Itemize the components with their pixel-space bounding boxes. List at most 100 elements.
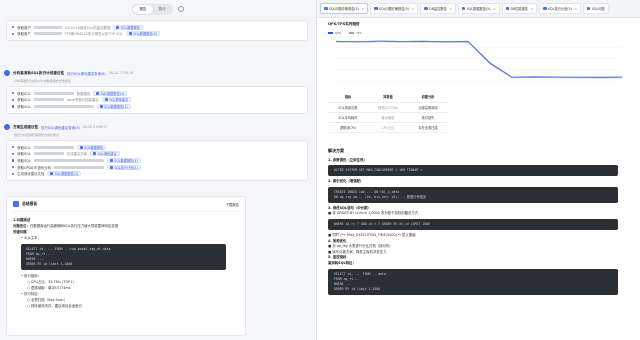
- tool-call-row: 获取用户 TPS和ORACLE执行报告以及TOP SQL SQL数据报告(5): [12, 31, 302, 38]
- table-header-row: 指标 异常值 初期分析: [328, 92, 448, 103]
- feature-sort: ○ 排序使用内存，建议添加合适索引: [27, 304, 82, 308]
- sql-report-chip[interactable]: SQL数据报告(1): [96, 103, 131, 109]
- bullet-icon: [12, 165, 15, 169]
- bullet-icon: [12, 98, 15, 101]
- bullet-icon: [12, 105, 15, 108]
- sql-advice-chip[interactable]: SQL调优建议: [101, 97, 132, 103]
- sql-code-block: CREATE INDEX idx_... ON tbl_x_data ON op…: [328, 186, 618, 203]
- doc-icon: [99, 104, 103, 108]
- report-tab[interactable]: SQL问题: [582, 3, 609, 14]
- sql-code-block: WHERE id >= ? AND id < ? ORDER BY dt,id …: [328, 218, 618, 230]
- download-report-button[interactable]: 下载报告: [225, 202, 239, 207]
- card-header: 总结报告 下载报告: [13, 201, 239, 212]
- step-heading: 2. 索引优化（增强配）: [328, 179, 364, 184]
- report-tab-bar: SQL问题诊断报告(5) × SQL问题诊断报告(5) × DB监控报告 × SQL数…: [317, 0, 640, 18]
- report-tab[interactable]: SQL数据报告(5) ×: [457, 3, 500, 14]
- sql-code-block: SELECT id, ... FROM ...raw_model_tag_dt_…: [21, 244, 226, 270]
- close-icon[interactable]: ×: [574, 7, 577, 11]
- report-body: 1.问题描述 问题定位：在数据库运行高峰期间SQL执行压力增大导致整体响应变慢 …: [13, 212, 239, 309]
- close-icon[interactable]: ×: [361, 7, 364, 11]
- doc-icon: [109, 158, 113, 162]
- tool-call-group: 获取用户 03:20:16报告SQL的监控数据 SQL数据报告 获取用户 TPS…: [6, 20, 308, 42]
- close-icon[interactable]: ×: [412, 7, 415, 11]
- tool-call-row: 生成调优建议文档 SQL数据报告(1): [12, 170, 302, 177]
- qps-tps-chart: QPS/TPS实时趋势 QPS TPS: [328, 22, 628, 86]
- sql-advice-chip[interactable]: SQL调优建议: [90, 151, 120, 157]
- sql-plan-chip[interactable]: SQL执行计划(1): [106, 164, 141, 170]
- tool-call-row: 获取用户 03:20:16报告SQL的监控数据 SQL数据报告: [12, 24, 302, 31]
- bullet-icon: [12, 159, 15, 162]
- close-icon[interactable]: ×: [493, 7, 496, 11]
- tool-call-row: 获取SQL 数据报告 SQL数据报告(4): [12, 90, 302, 97]
- sql-report-chip[interactable]: SQL数据报告: [76, 144, 107, 150]
- step-detail: ■ 将 ORDER BY id limit 1,0000 改为基于游标的翻页方式…: [328, 211, 422, 216]
- doc-icon: [324, 6, 328, 11]
- step-heading: 1. 参数调优（立即生效）: [328, 157, 367, 162]
- timestamp: 08-20 17:59:18: [108, 71, 134, 75]
- chart-title: QPS/TPS实时趋势: [328, 22, 360, 26]
- agent-header: 方案生成建议性 执行SQL调优建议查询(5) 08-20 21:08:57: [4, 124, 107, 130]
- tool-call-row: 获取UPDATE语句分析 SQL执行计划(1): [12, 164, 302, 171]
- mode-switch[interactable]: 报告 执行: [132, 3, 173, 15]
- agent-link[interactable]: 执行SQL调优建议查询(5): [41, 125, 80, 130]
- refresh-icon[interactable]: [177, 6, 184, 12]
- tool-call-row: 获取SQL SQL数据报告: [12, 144, 302, 151]
- solution-section: 解决方案 1. 参数调优（立即生效） ALTER SYSTEM SET MAX_…: [328, 148, 628, 298]
- metrics-table: 指标 异常值 初期分析 SQL调用次数 峰值2577/hs 出现高频调用 SQL…: [328, 92, 448, 133]
- section-title: 解决方案: [328, 148, 344, 153]
- tool-call-row: 获取SQL SQL数据报告(1): [12, 157, 302, 164]
- report-tab[interactable]: DB性能报告 ×: [501, 3, 538, 14]
- close-icon[interactable]: ×: [530, 7, 533, 11]
- doc-icon: [128, 32, 132, 36]
- mode-toggle-bar: 报告 执行: [0, 0, 316, 18]
- tab-execute[interactable]: 执行: [153, 5, 172, 14]
- agent-description: 分析需要建议优化SQL的数据报告性能特征: [14, 79, 71, 83]
- card-title: 总结报告: [22, 201, 38, 206]
- doc-icon: [374, 6, 378, 11]
- doc-icon: [96, 91, 100, 95]
- tool-call-group: 获取SQL SQL数据报告 获取SQL 生成建议方案 SQL调优建议 获取SQL…: [6, 140, 308, 181]
- bullet-icon: [12, 146, 15, 149]
- sql-report-chip[interactable]: SQL数据报告: [113, 24, 143, 30]
- doc-icon: [104, 98, 108, 102]
- tool-call-row: 获取SQL SQL数据报告(1): [12, 103, 302, 110]
- agent-link[interactable]: 执行SQL调优建议查询(8): [67, 71, 106, 76]
- chart-plot-area: [335, 36, 623, 81]
- doc-icon: [50, 172, 54, 176]
- doc-icon: [424, 6, 428, 11]
- doc-icon: [543, 6, 547, 11]
- timestamp: 08-20 21:08:57: [82, 125, 108, 129]
- doc-icon: [461, 6, 466, 11]
- report-tab[interactable]: SQL问题诊断报告(5) ×: [320, 3, 369, 14]
- table-row: SQL平均耗时 接近阈值 索引缺失: [328, 112, 448, 123]
- agent-header: 分析高消耗SQL执行计划建议性 执行SQL调优建议查询(8) 08-20 17:…: [4, 70, 133, 76]
- step-heading: 高消耗SQL特征：: [328, 260, 356, 265]
- agent-avatar-icon: [4, 70, 10, 76]
- close-icon[interactable]: ×: [449, 7, 452, 11]
- sql-code-block: ALTER SYSTEM SET MAX_CONCURRENT = 100 TE…: [328, 165, 618, 177]
- sql-report-chip[interactable]: SQL数据报告(5): [125, 31, 160, 37]
- doc-icon: [505, 6, 510, 11]
- agent-avatar-icon: [4, 124, 10, 130]
- agent-description: 结合分析结果整理调优方案与建议: [14, 133, 60, 137]
- bullet-icon: [12, 26, 15, 29]
- report-tab[interactable]: SQL问题诊断报告(5) ×: [370, 3, 419, 14]
- report-tab[interactable]: SQL执行计划(5) ×: [539, 3, 581, 14]
- series-line-qps: [335, 40, 623, 78]
- doc-icon: [79, 145, 83, 149]
- sql-report-chip[interactable]: SQL数据报告(4): [93, 90, 128, 96]
- tool-call-group: 获取SQL 数据报告 SQL数据报告(4) 获取SQL raise的索引性能建议…: [6, 86, 308, 114]
- tab-report[interactable]: 报告: [133, 4, 153, 14]
- bullet-sql-text: • SQL文本：: [21, 236, 41, 240]
- sql-code-block: SELECT id, ... FROM ...data FROM op_rt..…: [328, 268, 618, 295]
- doc-icon: [116, 25, 120, 29]
- sql-report-chip[interactable]: SQL数据报告(1): [47, 171, 82, 177]
- sql-report-chip[interactable]: SQL数据报告(1): [106, 157, 141, 163]
- summary-report-card: 总结报告 下载报告 1.问题描述 问题定位：在数据库运行高峰期间SQL执行压力增…: [6, 196, 246, 336]
- doc-icon: [109, 165, 113, 169]
- bullet-icon: [12, 152, 15, 155]
- chat-pane: 报告 执行 获取用户 03:20:16报告SQL的监控数据 SQL数据报告 获取…: [0, 0, 316, 340]
- tool-call-row: 获取SQL 生成建议方案 SQL调优建议: [12, 151, 302, 158]
- table-row: SQL调用次数 峰值2577/hs 出现高频调用: [328, 102, 448, 113]
- report-tab[interactable]: DB监控报告 ×: [420, 3, 456, 14]
